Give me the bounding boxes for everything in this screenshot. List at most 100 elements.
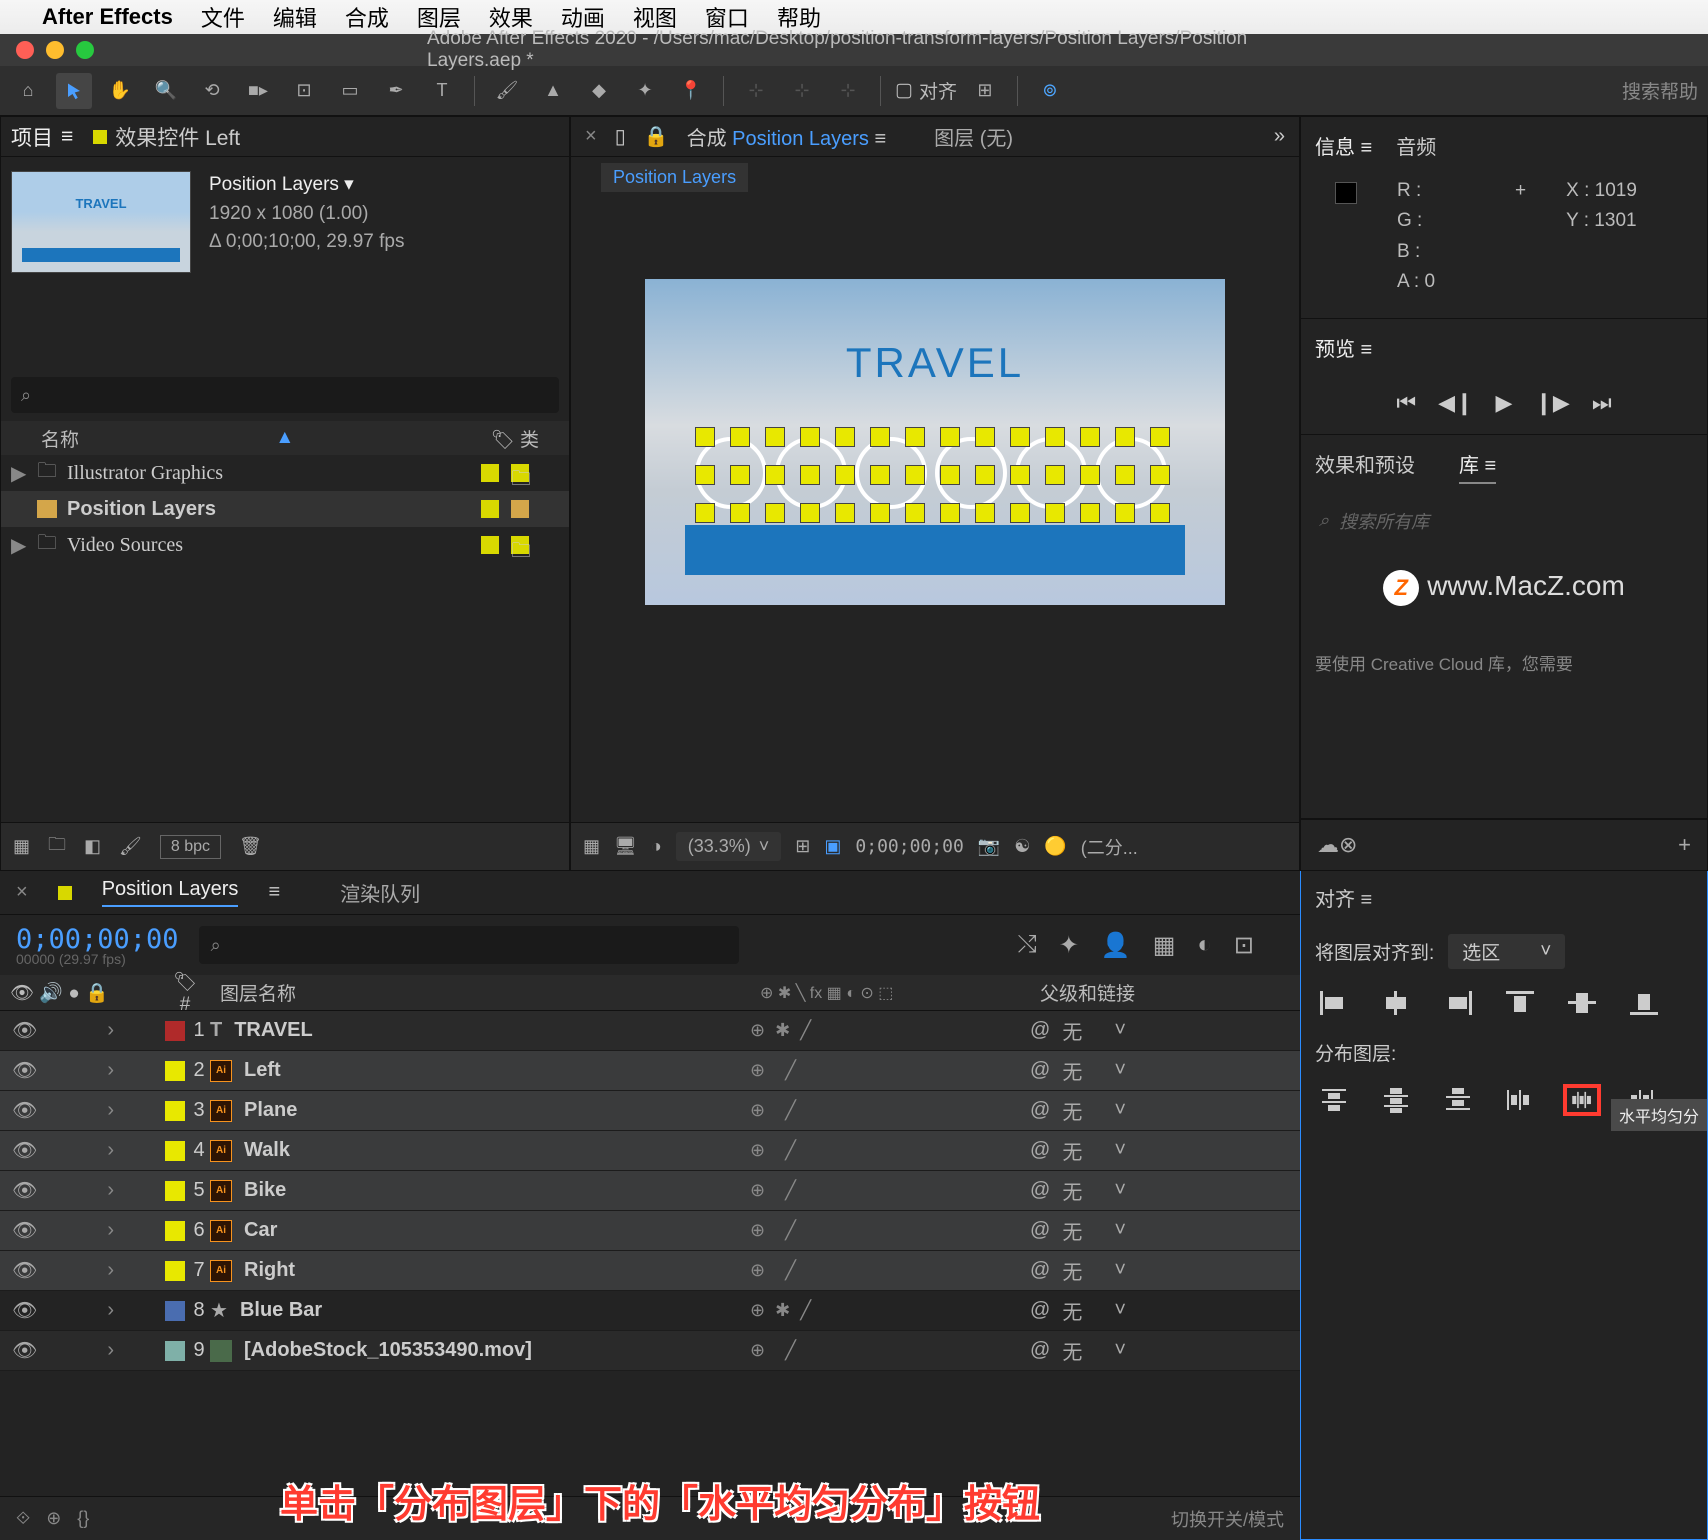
delete-icon[interactable]: 🗑 — [239, 836, 262, 857]
selection-tool[interactable] — [56, 73, 92, 109]
libraries-tab[interactable]: 库 ≡ — [1459, 449, 1496, 484]
expand-icon[interactable]: › — [107, 1059, 114, 1082]
eye-col-icon[interactable]: 👁 🔊 ● 🔒 — [10, 983, 109, 1004]
current-time[interactable]: 0;00;00;00 — [16, 924, 179, 955]
minimize-window-button[interactable] — [46, 41, 64, 59]
layer-row[interactable]: 👁›7Ai Right⊕╱@ 无 ˅ — [0, 1251, 1300, 1291]
layer-tab[interactable]: 图层 (无) — [934, 122, 1013, 151]
distribute-left-button[interactable] — [1501, 1084, 1539, 1116]
expand-icon[interactable]: › — [107, 1299, 114, 1322]
visibility-toggle[interactable]: 👁 — [12, 1098, 37, 1123]
frame-blend-icon[interactable]: ▦ — [1153, 931, 1176, 960]
pin-tool[interactable]: 📍 — [673, 73, 709, 109]
expand-icon[interactable]: › — [107, 1139, 114, 1162]
layer-row[interactable]: 👁›8★ Blue Bar⊕✱╱@ 无 ˅ — [0, 1291, 1300, 1331]
effect-controls-tab[interactable]: 效果控件 Left — [93, 122, 240, 152]
menu-file[interactable]: 文件 — [201, 1, 245, 33]
align-bottom-button[interactable] — [1625, 987, 1663, 1019]
last-frame-icon[interactable]: ⏭ — [1592, 390, 1612, 416]
composition-thumbnail[interactable] — [11, 171, 191, 273]
audio-tab[interactable]: 音频 — [1396, 131, 1436, 160]
visibility-toggle[interactable]: 👁 — [12, 1178, 37, 1203]
composition-canvas[interactable]: TRAVEL — [645, 279, 1225, 605]
add-icon[interactable]: + — [1678, 832, 1691, 858]
project-tab[interactable]: 项目 ≡ — [11, 122, 73, 152]
project-item-comp[interactable]: Position Layers — [1, 491, 569, 527]
toggle-modes-icon[interactable]: ⊕ — [46, 1508, 61, 1529]
visibility-toggle[interactable]: 👁 — [12, 1298, 37, 1323]
search-help-input[interactable]: 搜索帮助 — [1622, 77, 1698, 104]
expand-icon[interactable]: › — [107, 1219, 114, 1242]
layer-row[interactable]: 👁›2Ai Left⊕╱@ 无 ˅ — [0, 1051, 1300, 1091]
visibility-toggle[interactable]: 👁 — [12, 1258, 37, 1283]
pickwhip-icon[interactable]: @ — [1030, 1259, 1050, 1282]
channel-icon[interactable]: 🖥 — [614, 836, 637, 857]
parent-dropdown[interactable]: 无 — [1062, 1296, 1082, 1325]
menu-composition[interactable]: 合成 — [345, 1, 389, 33]
brush-tool[interactable]: 🖌 — [489, 73, 525, 109]
parent-dropdown[interactable]: 无 — [1062, 1216, 1082, 1245]
snap-toggle[interactable]: ▢ 对齐 — [895, 77, 957, 104]
parent-dropdown[interactable]: 无 — [1062, 1176, 1082, 1205]
lock-icon[interactable]: ▯ — [615, 124, 626, 149]
layer-row[interactable]: 👁›3Ai Plane⊕╱@ 无 ˅ — [0, 1091, 1300, 1131]
orbit-tool[interactable]: ⟲ — [194, 73, 230, 109]
new-comp-icon[interactable]: ◧ — [84, 836, 101, 857]
axis-local-icon[interactable]: ⊹ — [738, 73, 774, 109]
toggle-brackets-icon[interactable]: {} — [77, 1508, 89, 1529]
distribute-vcenter-button[interactable] — [1377, 1084, 1415, 1116]
home-button[interactable]: ⌂ — [10, 73, 46, 109]
timeline-search-input[interactable]: ⌕ — [199, 926, 739, 964]
pan-behind-tool[interactable]: ⊡ — [286, 73, 322, 109]
expand-icon[interactable]: › — [107, 1099, 114, 1122]
visibility-toggle[interactable]: 👁 — [12, 1058, 37, 1083]
align-vcenter-button[interactable] — [1563, 987, 1601, 1019]
effects-presets-tab[interactable]: 效果和预设 — [1315, 449, 1415, 484]
distribute-top-button[interactable] — [1315, 1084, 1353, 1116]
project-item-folder[interactable]: ▶🗀Illustrator Graphics 🗀 — [1, 455, 569, 491]
visibility-toggle[interactable]: 👁 — [12, 1138, 37, 1163]
axis-world-icon[interactable]: ⊹ — [784, 73, 820, 109]
snapshot-icon[interactable]: 📷 — [978, 836, 1000, 857]
menu-edit[interactable]: 编辑 — [273, 1, 317, 33]
align-left-button[interactable] — [1315, 987, 1353, 1019]
layer-row[interactable]: 👁›1T TRAVEL⊕✱╱@ 无 ˅ — [0, 1011, 1300, 1051]
hand-tool[interactable]: ✋ — [102, 73, 138, 109]
show-channel-icon[interactable]: ☯ — [1014, 836, 1030, 857]
pickwhip-icon[interactable]: @ — [1030, 1099, 1050, 1122]
motion-blur-icon[interactable]: ◐ — [1197, 931, 1212, 960]
comp-lock-icon[interactable]: 🔒 — [644, 124, 669, 149]
toggle-switches-icon[interactable]: ⟐ — [16, 1508, 30, 1529]
axis-view-icon[interactable]: ⊹ — [830, 73, 866, 109]
visibility-toggle[interactable]: 👁 — [12, 1018, 37, 1043]
layer-row[interactable]: 👁›6Ai Car⊕╱@ 无 ˅ — [0, 1211, 1300, 1251]
distribute-hcenter-button[interactable] — [1563, 1084, 1601, 1116]
comp-mini-flowchart-icon[interactable]: ⤭ — [1018, 931, 1037, 960]
prev-frame-icon[interactable]: ◀❙ — [1438, 390, 1473, 416]
interpret-footage-icon[interactable]: ▦ — [13, 836, 30, 857]
pickwhip-icon[interactable]: @ — [1030, 1059, 1050, 1082]
magnification-icon[interactable]: ▦ — [583, 836, 600, 857]
zoom-dropdown[interactable]: (33.3%) ˅ — [676, 832, 782, 861]
project-item-folder[interactable]: ▶🗀Video Sources 🗀 — [1, 527, 569, 563]
visibility-toggle[interactable]: 👁 — [12, 1218, 37, 1243]
bit-depth-button[interactable]: 8 bpc — [160, 835, 221, 859]
timeline-comp-tab[interactable]: Position Layers — [102, 878, 239, 907]
snap-options-icon[interactable]: ⊞ — [967, 73, 1003, 109]
pickwhip-icon[interactable]: @ — [1030, 1179, 1050, 1202]
new-folder-icon[interactable]: 🗀 — [48, 832, 66, 862]
render-queue-tab[interactable]: 渲染队列 — [340, 878, 420, 907]
layer-row[interactable]: 👁›9 [AdobeStock_105353490.mov]⊕╱@ 无 ˅ — [0, 1331, 1300, 1371]
close-window-button[interactable] — [16, 41, 34, 59]
align-hcenter-button[interactable] — [1377, 987, 1415, 1019]
camera-tool[interactable]: ■▸ — [240, 73, 276, 109]
parent-dropdown[interactable]: 无 — [1062, 1136, 1082, 1165]
project-column-header[interactable]: 名称▲🏷 类 — [1, 421, 569, 455]
preview-tab[interactable]: 预览 ≡ — [1315, 333, 1372, 362]
align-tab[interactable]: 对齐 ≡ — [1315, 883, 1372, 912]
align-top-button[interactable] — [1501, 987, 1539, 1019]
cloud-sync-icon[interactable]: ☁⊗ — [1317, 832, 1357, 858]
parent-dropdown[interactable]: 无 — [1062, 1256, 1082, 1285]
expand-icon[interactable]: › — [107, 1019, 114, 1042]
align-right-button[interactable] — [1439, 987, 1477, 1019]
